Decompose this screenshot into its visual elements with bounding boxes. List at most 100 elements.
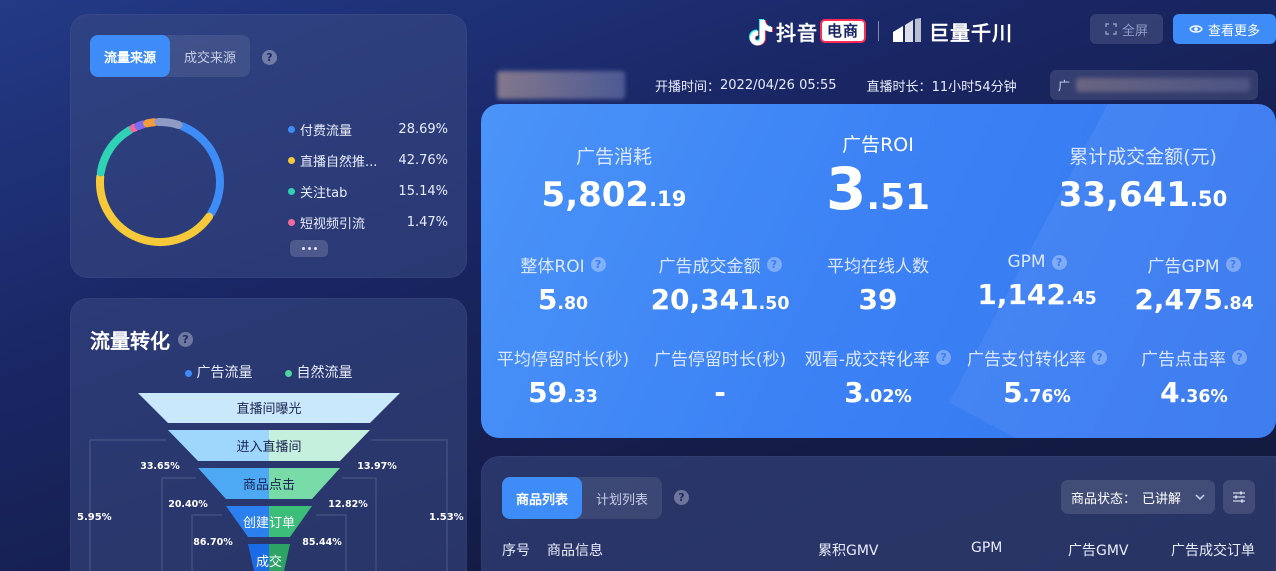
donut-slice[interactable] xyxy=(154,118,183,129)
traffic-source-tabs: 流量来源 成交来源 xyxy=(90,35,251,77)
metric-value: - xyxy=(714,376,726,409)
funnel-rate-right: 13.97% xyxy=(357,461,397,472)
traffic-legend: 付费流量 28.69% 直播自然推... 42.76% 关注tab 15.14%… xyxy=(288,114,448,238)
column-header-ad-orders[interactable]: 广告成交订单 xyxy=(1171,540,1255,560)
funnel-side-rate-right: 1.53% xyxy=(429,512,464,523)
metric-label-wrap: 观看-成交转化率? xyxy=(798,345,958,370)
metrics-card: 广告消耗 5,802.19 广告ROI 3.51 累计成交金额(元) 33,64… xyxy=(481,104,1276,438)
metric-value: 2,475.84 xyxy=(1134,283,1254,316)
metric-ad-spend: 广告消耗 5,802.19 xyxy=(514,142,714,215)
donut-slice[interactable] xyxy=(96,172,213,246)
brand-bar: 抖音 电商 巨量千川 xyxy=(748,14,1013,48)
metric-label-wrap: 广告GPM? xyxy=(1119,252,1269,277)
help-icon[interactable]: ? xyxy=(262,50,277,65)
brand-douyin: 抖音 电商 xyxy=(776,17,867,46)
funnel-rate-left: 33.65% xyxy=(140,461,180,472)
legend-label: 直播自然推... xyxy=(300,155,378,170)
metric-value: 5.80 xyxy=(537,283,589,316)
metric-label: GPM xyxy=(1007,252,1046,272)
help-icon[interactable]: ? xyxy=(1232,350,1247,365)
funnel-rate-right: 85.44% xyxy=(302,537,342,548)
metric-value: 3.51 xyxy=(825,155,931,223)
account-select[interactable]: 广 xyxy=(1050,70,1258,100)
donut-slice[interactable] xyxy=(143,118,159,128)
funnel-stage-label: 创建订单 xyxy=(243,515,295,530)
metric-ad-pay-rate: 广告支付转化率? 5.76% xyxy=(962,345,1112,409)
tab-product-list[interactable]: 商品列表 xyxy=(502,477,583,519)
funnel-chart: 直播间曝光 进入直播间 商品点击 创建订单 成交 33.65% 20.40% 8… xyxy=(89,393,448,571)
help-icon[interactable]: ? xyxy=(590,257,606,272)
metric-label: 广告ROI xyxy=(842,134,914,156)
legend-item: 短视频引流 1.47% xyxy=(288,207,448,238)
chevron-down-icon xyxy=(1195,494,1205,500)
traffic-conversion-panel: 流量转化 ? 广告流量 自然流量 直播间曝光 进入直播间 商品点击 创建订单 成… xyxy=(70,298,467,571)
blurred-account-name xyxy=(497,71,625,99)
column-header-gpm[interactable]: GPM xyxy=(971,540,1002,556)
product-status-select[interactable]: 商品状态： 已讲解 xyxy=(1061,480,1215,514)
help-icon[interactable]: ? xyxy=(766,257,782,272)
tab-traffic-source[interactable]: 流量来源 xyxy=(90,35,171,77)
donut-slice[interactable] xyxy=(96,126,134,177)
help-icon[interactable]: ? xyxy=(1051,254,1067,270)
legend-more-button[interactable] xyxy=(290,240,328,257)
legend-label: 付费流量 xyxy=(300,124,353,139)
eye-icon xyxy=(1189,25,1203,33)
brand-qianchuan: 巨量千川 xyxy=(929,20,1014,45)
help-icon[interactable]: ? xyxy=(674,490,689,505)
live-info-bar: 开播时间： 2022/04/26 05:55 直播时长： 11小时54分钟 xyxy=(497,70,1017,100)
metric-label: 广告消耗 xyxy=(575,146,652,168)
legend-value: 42.76% xyxy=(398,153,448,168)
metric-label-wrap: 广告成交金额? xyxy=(645,252,795,277)
filter-settings-button[interactable] xyxy=(1223,480,1255,514)
metric-ad-stay: 广告停留时长(秒) - xyxy=(645,345,795,409)
metric-label: 累计成交金额(元) xyxy=(1069,146,1217,168)
status-value: 已讲解 xyxy=(1142,491,1182,507)
duration-value: 11小时54分钟 xyxy=(931,79,1017,95)
metric-value: 20,341.50 xyxy=(650,283,790,316)
help-icon[interactable]: ? xyxy=(1092,350,1107,365)
metric-value: 3.02% xyxy=(844,376,912,409)
view-more-button[interactable]: 查看更多 xyxy=(1173,14,1276,44)
metric-value: 39 xyxy=(858,283,898,316)
legend-label: 短视频引流 xyxy=(300,217,366,232)
metric-label-wrap: 广告停留时长(秒) xyxy=(645,345,795,370)
metric-label: 平均在线人数 xyxy=(827,257,929,277)
metric-label-wrap: 平均在线人数 xyxy=(803,252,953,277)
metric-label-wrap: 广告支付转化率? xyxy=(962,345,1112,370)
metric-gpm: GPM? 1,142.45 xyxy=(962,252,1112,311)
metric-avg-online: 平均在线人数 39 xyxy=(803,252,953,316)
legend-value: 15.14% xyxy=(398,184,448,199)
tab-plan-list[interactable]: 计划列表 xyxy=(582,477,662,519)
column-header-cumulative-gmv[interactable]: 累积GMV xyxy=(818,540,879,560)
metric-label-wrap: 整体ROI? xyxy=(488,252,638,277)
traffic-donut-chart xyxy=(96,118,224,246)
fullscreen-button[interactable]: 全屏 xyxy=(1090,14,1163,44)
metric-label: 平均停留时长(秒) xyxy=(496,350,630,370)
help-icon[interactable]: ? xyxy=(1225,257,1241,272)
account-select-prefix: 广 xyxy=(1058,78,1071,93)
column-header-ad-gmv[interactable]: 广告GMV xyxy=(1068,540,1129,560)
donut-slice[interactable] xyxy=(134,120,148,130)
view-more-label: 查看更多 xyxy=(1207,23,1260,39)
start-time-label: 开播时间： xyxy=(655,79,721,95)
duration-label: 直播时长： xyxy=(866,79,932,95)
funnel-rate-left: 20.40% xyxy=(168,499,208,510)
help-icon[interactable]: ? xyxy=(936,350,952,365)
metric-value: 59.33 xyxy=(528,376,598,409)
donut-slice[interactable] xyxy=(129,123,139,133)
legend-item: 关注tab 15.14% xyxy=(288,176,448,207)
legend-dot xyxy=(288,219,295,226)
legend-item: 直播自然推... 42.76% xyxy=(288,145,448,176)
traffic-source-panel: 流量来源 成交来源 ? 付费流量 28.69% 直播自然推... 42.76% … xyxy=(70,14,467,278)
metric-ad-deal-amount: 广告成交金额? 20,341.50 xyxy=(645,252,795,316)
metric-label: 广告支付转化率 xyxy=(967,350,1086,370)
tab-deal-source[interactable]: 成交来源 xyxy=(170,35,250,77)
donut-slice[interactable] xyxy=(178,122,224,218)
funnel-rate-left: 86.70% xyxy=(193,537,233,548)
metric-view-deal-rate: 观看-成交转化率? 3.02% xyxy=(798,345,958,409)
metric-total-deal-amount: 累计成交金额(元) 33,641.50 xyxy=(1033,142,1253,215)
legend-dot xyxy=(288,126,295,133)
metric-label-wrap: 平均停留时长(秒) xyxy=(488,345,638,370)
brand-ecommerce-text: 电商 xyxy=(820,19,867,43)
brand-douyin-text: 抖音 xyxy=(776,20,818,45)
